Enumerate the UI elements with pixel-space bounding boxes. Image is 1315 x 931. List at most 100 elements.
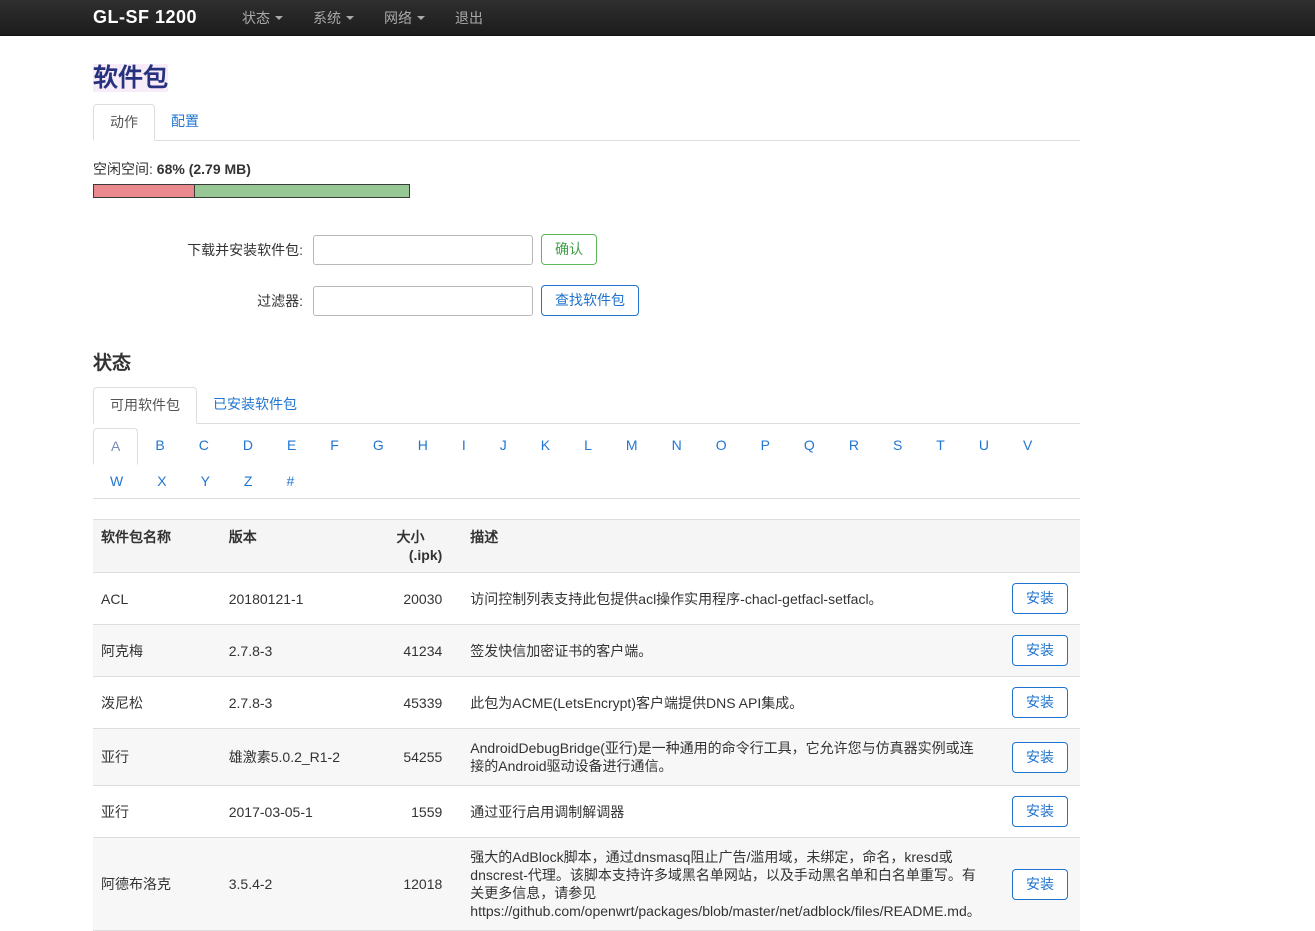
top-navbar: GL-SF 1200 状态 系统 网络 退出: [0, 0, 1315, 36]
letter-tab-i[interactable]: I: [445, 428, 483, 465]
package-size: 12018: [388, 838, 450, 931]
table-header-row: 软件包名称 版本 大小(.ipk) 描述: [93, 520, 1080, 573]
brand-title[interactable]: GL-SF 1200: [93, 7, 197, 28]
table-row: 泼尼松 2.7.8-3 45339 此包为ACME(LetsEncrypt)客户…: [93, 677, 1080, 729]
free-space-value: 68% (2.79 MB): [157, 161, 251, 177]
chevron-down-icon: [275, 16, 283, 20]
letter-tab-h[interactable]: H: [401, 428, 445, 465]
letter-tab-f[interactable]: F: [313, 428, 356, 465]
letter-tab-p[interactable]: P: [744, 428, 787, 465]
install-label: 下载并安装软件包:: [93, 240, 303, 260]
package-description: 通过亚行启用调制解调器: [450, 786, 988, 838]
filter-row: 过滤器: 查找软件包: [93, 285, 1080, 316]
package-version: 20180121-1: [221, 573, 389, 625]
letter-tab-x[interactable]: X: [140, 464, 183, 499]
package-version: 2.7.8-3: [221, 677, 389, 729]
filter-label: 过滤器:: [93, 291, 303, 311]
header-version: 版本: [221, 520, 389, 573]
letter-tab-r[interactable]: R: [832, 428, 876, 465]
package-version: 3.5.4-2: [221, 838, 389, 931]
progress-free-segment: [195, 185, 409, 197]
free-space-progressbar: [93, 184, 410, 198]
action-config-tabs: 动作 配置: [93, 104, 1080, 141]
package-description: 此包为ACME(LetsEncrypt)客户端提供DNS API集成。: [450, 677, 988, 729]
letter-tab-s[interactable]: S: [876, 428, 919, 465]
main-content: 软件包 动作 配置 空闲空间: 68% (2.79 MB) 下载并安装软件包: …: [93, 58, 1080, 931]
install-button[interactable]: 安装: [1012, 635, 1068, 666]
package-name: 泼尼松: [93, 677, 221, 729]
package-description: 签发快信加密证书的客户端。: [450, 625, 988, 677]
nav-item-status-label: 状态: [242, 8, 270, 28]
header-size-line2: (.ipk): [396, 546, 442, 564]
install-button[interactable]: 安装: [1012, 583, 1068, 614]
letter-tab-k[interactable]: K: [524, 428, 567, 465]
letter-tab-u[interactable]: U: [962, 428, 1006, 465]
letter-tab-z[interactable]: Z: [227, 464, 270, 499]
package-size: 54255: [388, 729, 450, 786]
page-title-text: 软件包: [93, 64, 168, 92]
nav-item-network[interactable]: 网络: [369, 0, 440, 36]
filter-input[interactable]: [313, 286, 533, 316]
letter-tab-l[interactable]: L: [567, 428, 609, 465]
letter-tab-a[interactable]: A: [93, 428, 138, 465]
letter-tab-v[interactable]: V: [1006, 428, 1049, 465]
find-package-button[interactable]: 查找软件包: [541, 285, 639, 316]
tab-configuration[interactable]: 配置: [155, 104, 215, 141]
package-size: 20030: [388, 573, 450, 625]
nav-item-system[interactable]: 系统: [298, 0, 369, 36]
nav-item-logout[interactable]: 退出: [440, 0, 498, 36]
page-title: 软件包: [93, 58, 1080, 94]
letter-tab-m[interactable]: M: [609, 428, 655, 465]
package-description: 访问控制列表支持此包提供acl操作实用程序-chacl-getfacl-setf…: [450, 573, 988, 625]
letter-tab-y[interactable]: Y: [184, 464, 227, 499]
install-row: 下载并安装软件包: 确认: [93, 234, 1080, 265]
package-size: 41234: [388, 625, 450, 677]
letter-tab-j[interactable]: J: [483, 428, 524, 465]
package-form: 下载并安装软件包: 确认 过滤器: 查找软件包: [93, 234, 1080, 316]
nav-item-logout-label: 退出: [455, 8, 483, 28]
letter-tab-w[interactable]: W: [93, 464, 140, 499]
header-action: [989, 520, 1080, 573]
install-button[interactable]: 安装: [1012, 687, 1068, 718]
letter-tab-g[interactable]: G: [356, 428, 401, 465]
table-row: 阿德布洛克 3.5.4-2 12018 强大的AdBlock脚本，通过dnsma…: [93, 838, 1080, 931]
alphabet-pager: A B C D E F G H I J K L M N O P Q R S T …: [93, 428, 1080, 499]
letter-tab-b[interactable]: B: [138, 428, 181, 465]
install-button[interactable]: 安装: [1012, 742, 1068, 773]
letter-tab-c[interactable]: C: [182, 428, 226, 465]
nav-item-system-label: 系统: [313, 8, 341, 28]
tab-actions[interactable]: 动作: [93, 104, 155, 141]
header-package-name: 软件包名称: [93, 520, 221, 573]
free-space-label: 空闲空间:: [93, 161, 153, 177]
table-row: 亚行 2017-03-05-1 1559 通过亚行启用调制解调器 安装: [93, 786, 1080, 838]
confirm-button[interactable]: 确认: [541, 234, 597, 265]
chevron-down-icon: [346, 16, 354, 20]
nav-item-status[interactable]: 状态: [227, 0, 298, 36]
install-button[interactable]: 安装: [1012, 869, 1068, 900]
letter-tab-n[interactable]: N: [655, 428, 699, 465]
letter-tab-e[interactable]: E: [270, 428, 313, 465]
letter-tab-t[interactable]: T: [919, 428, 962, 465]
status-section-title: 状态: [93, 348, 1080, 375]
package-size: 1559: [388, 786, 450, 838]
letter-tab-hash[interactable]: #: [269, 464, 311, 499]
progress-used-segment: [94, 185, 195, 197]
package-description: AndroidDebugBridge(亚行)是一种通用的命令行工具，它允许您与仿…: [450, 729, 988, 786]
package-name: 亚行: [93, 729, 221, 786]
package-version: 2.7.8-3: [221, 625, 389, 677]
table-row: ACL 20180121-1 20030 访问控制列表支持此包提供acl操作实用…: [93, 573, 1080, 625]
header-description: 描述: [450, 520, 988, 573]
tab-available-packages[interactable]: 可用软件包: [93, 387, 197, 424]
package-name: ACL: [93, 573, 221, 625]
table-row: 阿克梅 2.7.8-3 41234 签发快信加密证书的客户端。 安装: [93, 625, 1080, 677]
tab-installed-packages[interactable]: 已安装软件包: [197, 387, 313, 424]
letter-tab-q[interactable]: Q: [787, 428, 832, 465]
letter-tab-o[interactable]: O: [699, 428, 744, 465]
install-input[interactable]: [313, 235, 533, 265]
free-space-section: 空闲空间: 68% (2.79 MB): [93, 159, 1080, 198]
letter-tab-d[interactable]: D: [226, 428, 270, 465]
install-button[interactable]: 安装: [1012, 796, 1068, 827]
nav-item-network-label: 网络: [384, 8, 412, 28]
package-version: 2017-03-05-1: [221, 786, 389, 838]
free-space-line: 空闲空间: 68% (2.79 MB): [93, 159, 1080, 179]
